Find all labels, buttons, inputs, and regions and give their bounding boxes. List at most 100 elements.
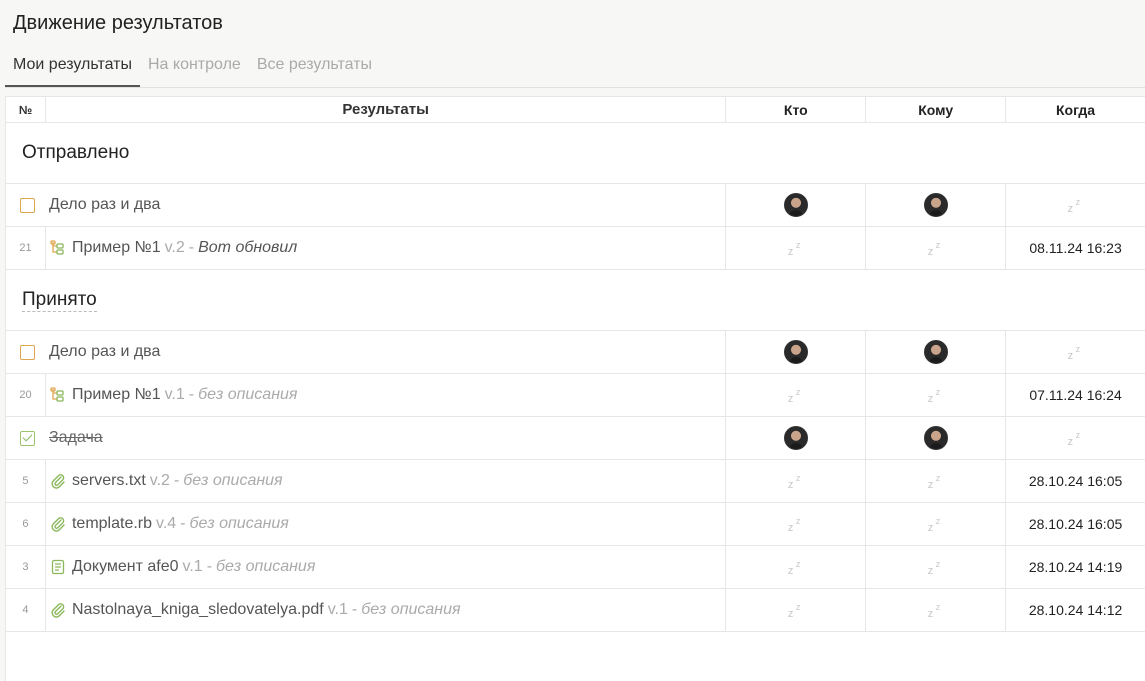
tab-my-results[interactable]: Мои результаты: [5, 52, 140, 87]
snooze-icon: zz: [787, 387, 801, 405]
who-cell: [726, 184, 867, 226]
result-version: v.1: [327, 601, 348, 618]
row-number: 4: [6, 589, 46, 631]
table-row[interactable]: 6 template.rb v.4- без описания z z z z 28.10.24…: [6, 503, 1145, 546]
snooze-icon: zz: [927, 387, 941, 405]
row-number: 5: [6, 460, 46, 502]
result-version: v.2: [164, 239, 185, 256]
avatar[interactable]: [923, 426, 948, 450]
row-number: 3: [6, 546, 46, 588]
task-title[interactable]: Задача: [49, 429, 103, 447]
result-description: Вот обновил: [198, 239, 298, 256]
to-cell: zz: [866, 460, 1007, 502]
to-cell: zz: [866, 503, 1007, 545]
table-row[interactable]: 3 Документ afe0 v.1- без описания z z z z 28.10.…: [6, 546, 1145, 589]
task-cell: Задача: [6, 417, 727, 459]
table-row[interactable]: 5 servers.txt v.2- без описания z z z z 28.10.24…: [6, 460, 1145, 503]
result-name[interactable]: Пример №1: [72, 239, 161, 257]
separator: -: [188, 239, 195, 256]
who-cell: zz: [726, 460, 867, 502]
checkbox[interactable]: [20, 197, 35, 213]
header-num: №: [6, 97, 46, 122]
who-cell: zz: [726, 503, 867, 545]
tree-icon: [50, 387, 66, 403]
result-name[interactable]: Nastolnaya_kniga_sledovatelya.pdf: [72, 601, 324, 619]
separator: -: [351, 601, 358, 618]
when-cell: 28.10.24 14:12: [1028, 602, 1123, 618]
to-cell: zz: [866, 546, 1007, 588]
header-results[interactable]: Результаты: [46, 97, 727, 122]
tab-all-results[interactable]: Все результаты: [249, 52, 380, 87]
task-row[interactable]: Задача z z: [6, 417, 1145, 460]
snooze-icon: zz: [927, 559, 941, 577]
result-description: без описания: [361, 601, 461, 618]
task-title[interactable]: Дело раз и два: [49, 196, 160, 214]
header-who[interactable]: Кто: [726, 97, 867, 122]
snooze-icon: zz: [1067, 197, 1081, 215]
task-row[interactable]: Дело раз и два z z: [6, 331, 1145, 374]
when-cell: zz: [1006, 417, 1145, 459]
to-cell: [866, 184, 1007, 226]
tab-bar: Мои результаты На контроле Все результат…: [5, 52, 380, 88]
snooze-icon: zz: [787, 516, 801, 534]
snooze-icon: zz: [1067, 430, 1081, 448]
paperclip-icon: [50, 473, 66, 489]
group-title[interactable]: Принято: [22, 289, 97, 312]
when-cell: 28.10.24 16:05: [1028, 516, 1123, 532]
who-cell: zz: [726, 589, 867, 631]
paperclip-icon: [50, 516, 66, 532]
header-to[interactable]: Кому: [866, 97, 1007, 122]
task-cell: Дело раз и два: [6, 331, 727, 373]
task-row[interactable]: Дело раз и два z z: [6, 184, 1145, 227]
result-name[interactable]: template.rb: [72, 515, 152, 533]
result-version: v.1: [182, 558, 203, 575]
avatar[interactable]: [783, 426, 808, 450]
snooze-icon: zz: [1067, 344, 1081, 362]
result-version: v.2: [149, 472, 170, 489]
checkbox[interactable]: [20, 344, 35, 360]
result-cell: Пример №1 v.1- без описания: [46, 374, 727, 416]
to-cell: zz: [866, 227, 1007, 269]
to-cell: [866, 417, 1007, 459]
result-name[interactable]: Документ afe0: [72, 558, 179, 576]
when-cell: 28.10.24 16:05: [1028, 473, 1123, 489]
separator: -: [188, 386, 195, 403]
avatar[interactable]: [923, 340, 948, 364]
result-name[interactable]: servers.txt: [72, 472, 146, 490]
tab-on-control[interactable]: На контроле: [140, 52, 249, 87]
avatar[interactable]: [923, 193, 948, 217]
checkbox-checked[interactable]: [20, 430, 35, 446]
table-row[interactable]: 20 Пример №1 v.1- без описания z z z z 07.11.24 …: [6, 374, 1145, 417]
to-cell: [866, 331, 1007, 373]
row-number: 20: [6, 374, 46, 416]
snooze-icon: zz: [927, 240, 941, 258]
header-when[interactable]: Когда: [1006, 97, 1145, 122]
who-cell: zz: [726, 546, 867, 588]
when-cell: zz: [1006, 184, 1145, 226]
tabs-divider: [5, 87, 1145, 88]
separator: -: [173, 472, 180, 489]
to-cell: zz: [866, 589, 1007, 631]
table-row[interactable]: 4 Nastolnaya_kniga_sledovatelya.pdf v.1- бе…: [6, 589, 1145, 632]
when-cell: 28.10.24 14:19: [1028, 559, 1123, 575]
document-icon: [50, 559, 66, 575]
snooze-icon: zz: [787, 240, 801, 258]
task-title[interactable]: Дело раз и два: [49, 343, 160, 361]
separator: -: [180, 515, 186, 532]
snooze-icon: zz: [787, 559, 801, 577]
snooze-icon: zz: [927, 516, 941, 534]
to-cell: zz: [866, 374, 1007, 416]
result-description: без описания: [189, 515, 289, 532]
table-header: № Результаты Кто Кому Когда: [6, 96, 1145, 123]
result-description: без описания: [216, 558, 316, 575]
avatar[interactable]: [783, 340, 808, 364]
paperclip-icon: [50, 602, 66, 618]
table-row[interactable]: 21 Пример №1 v.2- Вот обновил z z z z 08.11.24 1…: [6, 227, 1145, 270]
result-version: v.1: [164, 386, 185, 403]
task-cell: Дело раз и два: [6, 184, 727, 226]
result-cell: servers.txt v.2- без описания: [46, 460, 727, 502]
when-cell: zz: [1006, 331, 1145, 373]
avatar[interactable]: [783, 193, 808, 217]
result-name[interactable]: Пример №1: [72, 386, 161, 404]
snooze-icon: zz: [787, 473, 801, 491]
